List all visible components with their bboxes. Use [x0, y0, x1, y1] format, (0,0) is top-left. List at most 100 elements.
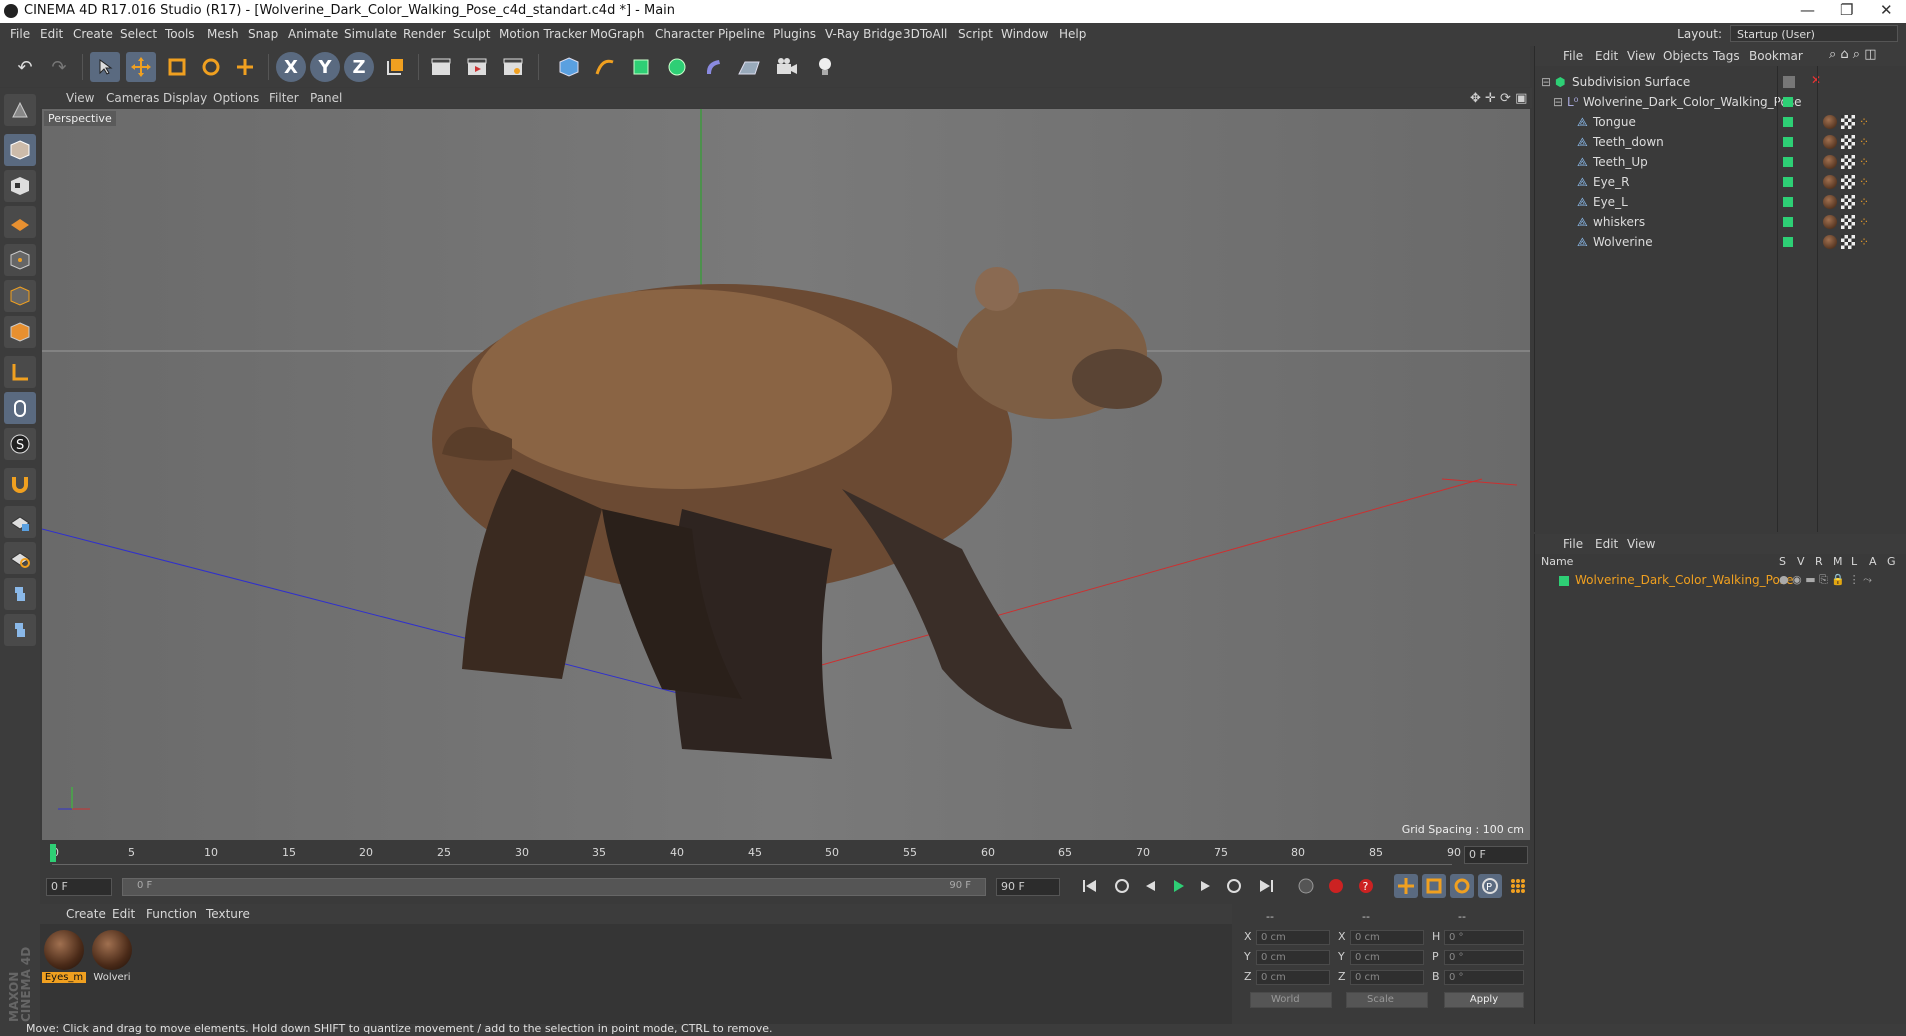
timeline-ruler[interactable]: 0 5 10 15 20 25 30 35 40 45 50 55 60 65 …: [40, 840, 1532, 876]
lm-menu-edit[interactable]: Edit: [1595, 537, 1618, 551]
menu-file[interactable]: File: [10, 27, 30, 41]
menu-edit[interactable]: Edit: [40, 27, 63, 41]
om-menu-tags[interactable]: Tags: [1713, 49, 1740, 63]
selection-tag-icon[interactable]: ⁘: [1859, 235, 1873, 249]
om-menu-bookmarks[interactable]: Bookmar: [1749, 49, 1803, 63]
subdivision-generator-button[interactable]: [626, 52, 656, 82]
menu-pipeline[interactable]: Pipeline: [718, 27, 765, 41]
lm-menu-view[interactable]: View: [1627, 537, 1655, 551]
floor-environment-button[interactable]: [734, 52, 764, 82]
current-frame-field[interactable]: 0 F: [1464, 846, 1528, 864]
point-level-animation-button[interactable]: [1506, 874, 1530, 898]
menu-motion-tracker[interactable]: Motion Tracker: [499, 27, 587, 41]
visibility-icon[interactable]: [1783, 117, 1793, 127]
uvw-tag-icon[interactable]: [1841, 195, 1855, 209]
menu-plugins[interactable]: Plugins: [773, 27, 816, 41]
material-menu-create[interactable]: Create: [66, 907, 106, 921]
frame-range-slider[interactable]: 0 F 90 F: [122, 878, 986, 896]
y-axis-lock-button[interactable]: Y: [310, 52, 340, 82]
perspective-viewport[interactable]: Perspective Grid Spacing : 100 cm: [42, 109, 1530, 840]
apply-button[interactable]: Apply: [1444, 992, 1524, 1008]
material-tag-icon[interactable]: [1823, 115, 1837, 129]
snap-toggle-button[interactable]: [4, 468, 36, 500]
record-keys-button[interactable]: [1294, 874, 1318, 898]
edit-toggle-icon[interactable]: [1783, 76, 1795, 88]
material-tag-icon[interactable]: [1823, 155, 1837, 169]
object-row-child[interactable]: ⟁ whiskers ⁘: [1535, 212, 1906, 232]
render-view-button[interactable]: [426, 52, 456, 82]
menu-window[interactable]: Window: [1001, 27, 1048, 41]
position-key-button[interactable]: [1394, 874, 1418, 898]
deformer-button[interactable]: [698, 52, 728, 82]
uvw-tag-icon[interactable]: [1841, 135, 1855, 149]
rotation-b-field[interactable]: 0 °: [1444, 970, 1524, 985]
om-menu-objects[interactable]: Objects: [1663, 49, 1708, 63]
autokey-button[interactable]: [1324, 874, 1348, 898]
spline-pen-button[interactable]: [590, 52, 620, 82]
material-tag-icon[interactable]: [1823, 195, 1837, 209]
object-row-child[interactable]: ⟁ Eye_L ⁘: [1535, 192, 1906, 212]
parameter-key-button[interactable]: P: [1478, 874, 1502, 898]
tweak-mode-button[interactable]: [4, 392, 36, 424]
object-row-subdivision[interactable]: ⊟ ⬢ Subdivision Surface ✕: [1535, 72, 1906, 92]
menu-help[interactable]: Help: [1059, 27, 1086, 41]
viewport-menu-cameras[interactable]: Cameras: [106, 91, 159, 105]
next-keyframe-button[interactable]: [1222, 874, 1246, 898]
scale-dropdown[interactable]: Scale: [1346, 992, 1428, 1008]
viewport-menu-filter[interactable]: Filter: [269, 91, 299, 105]
end-frame-field[interactable]: 90 F: [996, 878, 1060, 896]
material-tag-icon[interactable]: [1823, 135, 1837, 149]
visibility-icon[interactable]: [1783, 197, 1793, 207]
redo-button[interactable]: ↷: [44, 52, 74, 82]
size-y-field[interactable]: 0 cm: [1350, 950, 1424, 965]
material-tag-icon[interactable]: [1823, 175, 1837, 189]
uvw-tag-icon[interactable]: [1841, 155, 1855, 169]
rotate-tool-button[interactable]: [196, 52, 226, 82]
viewport-menu-panel[interactable]: Panel: [310, 91, 342, 105]
menu-script[interactable]: Script: [958, 27, 993, 41]
workplane-snap-button[interactable]: [4, 542, 36, 574]
menu-vray-bridge[interactable]: V-Ray Bridge: [825, 27, 902, 41]
position-x-field[interactable]: 0 cm: [1256, 930, 1330, 945]
visibility-icon[interactable]: [1783, 137, 1793, 147]
menu-animate[interactable]: Animate: [288, 27, 338, 41]
edges-mode-button[interactable]: [4, 280, 36, 312]
size-x-field[interactable]: 0 cm: [1350, 930, 1424, 945]
layer-row[interactable]: Wolverine_Dark_Color_Walking_Pose ● ◉ ▬ …: [1535, 572, 1906, 590]
material-wolverine[interactable]: Wolveri: [90, 928, 134, 986]
menu-sculpt[interactable]: Sculpt: [453, 27, 490, 41]
polygons-mode-button[interactable]: [4, 316, 36, 348]
layer-color-swatch[interactable]: [1559, 576, 1569, 586]
points-mode-button[interactable]: [4, 244, 36, 276]
grid-snap-button[interactable]: [4, 506, 36, 538]
object-row-child[interactable]: ⟁ Eye_R ⁘: [1535, 172, 1906, 192]
prev-frame-button[interactable]: [1138, 874, 1162, 898]
light-button[interactable]: [810, 52, 840, 82]
menu-character[interactable]: Character: [655, 27, 714, 41]
viewport-menu-view[interactable]: View: [66, 91, 94, 105]
model-mode-button[interactable]: [4, 134, 36, 166]
scale-key-button[interactable]: [1422, 874, 1446, 898]
menu-render[interactable]: Render: [403, 27, 446, 41]
material-menu-texture[interactable]: Texture: [206, 907, 250, 921]
lm-menu-file[interactable]: File: [1563, 537, 1583, 551]
menu-mograph[interactable]: MoGraph: [590, 27, 645, 41]
prev-keyframe-button[interactable]: [1110, 874, 1134, 898]
texture-mode-button[interactable]: [4, 170, 36, 202]
material-tag-icon[interactable]: [1823, 235, 1837, 249]
selection-tag-icon[interactable]: ⁘: [1859, 155, 1873, 169]
viewport-navigation-icon[interactable]: ✥ ✛ ⟳ ▣: [1470, 91, 1527, 106]
camera-button[interactable]: [772, 52, 802, 82]
menu-tools[interactable]: Tools: [165, 27, 195, 41]
playhead-marker[interactable]: [50, 844, 56, 862]
coordinate-system-button[interactable]: [380, 52, 410, 82]
visibility-icon[interactable]: [1783, 177, 1793, 187]
restore-button[interactable]: ❐: [1840, 1, 1853, 19]
render-picture-viewer-button[interactable]: [462, 52, 492, 82]
python-script-button-2[interactable]: [4, 614, 36, 646]
material-tag-icon[interactable]: [1823, 215, 1837, 229]
undo-button[interactable]: ↶: [10, 52, 40, 82]
material-menu-edit[interactable]: Edit: [112, 907, 135, 921]
selection-tag-icon[interactable]: ⁘: [1859, 195, 1873, 209]
material-eyes[interactable]: Eyes_m: [42, 928, 86, 986]
